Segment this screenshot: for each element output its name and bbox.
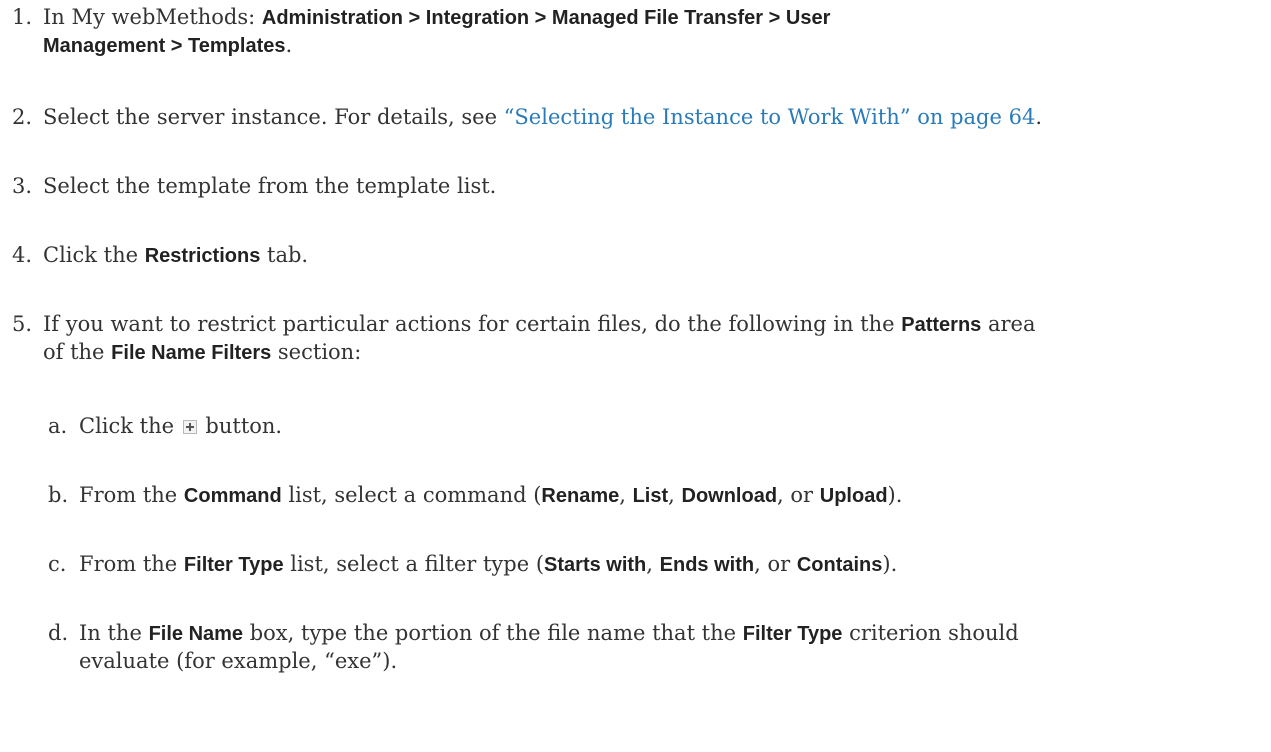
step-number: 5. — [12, 312, 33, 336]
substep-d: d. In the File Name box, type the portio… — [48, 620, 1019, 673]
substep-letter: d. — [48, 621, 69, 645]
step-text: Select the server instance. For details,… — [43, 105, 1043, 129]
substep-a: a. Click the button. — [48, 413, 282, 440]
substep-letter: c. — [48, 552, 67, 576]
section-name: File Name Filters — [111, 342, 272, 364]
step-number: 2. — [12, 105, 33, 129]
substep-b: b. From the Command list, select a comma… — [48, 482, 902, 509]
substep-c: c. From the Filter Type list, select a f… — [48, 551, 897, 578]
step-2: 2. Select the server instance. For detai… — [12, 104, 1042, 131]
tab-name: Restrictions — [144, 245, 261, 267]
substep-text: From the Filter Type list, select a filt… — [79, 552, 898, 576]
step-number: 1. — [12, 5, 33, 29]
plus-icon — [182, 420, 197, 434]
substep-letter: a. — [48, 414, 68, 438]
substep-text: In the File Name box, type the portion o… — [79, 621, 1019, 673]
document-page: 1. In My webMethods: Administration > In… — [0, 0, 1271, 752]
substep-text: From the Command list, select a command … — [79, 483, 903, 507]
step-number: 4. — [12, 243, 33, 267]
step-text: Click the Restrictions tab. — [43, 243, 309, 267]
step-5: 5. If you want to restrict particular ac… — [12, 311, 1035, 364]
step-1: 1. In My webMethods: Administration > In… — [12, 4, 830, 57]
step-text: In My webMethods: Administration > Integ… — [43, 5, 831, 57]
cross-reference-link[interactable]: “Selecting the Instance to Work With” on… — [504, 105, 1036, 129]
menu-path: Administration > Integration > Managed F… — [261, 7, 831, 29]
step-number: 3. — [12, 174, 33, 198]
step-text: Select the template from the template li… — [43, 174, 497, 198]
step-3: 3. Select the template from the template… — [12, 173, 496, 200]
substep-text: Click the button. — [79, 414, 283, 438]
substep-letter: b. — [48, 483, 69, 507]
step-text: If you want to restrict particular actio… — [43, 312, 1036, 364]
menu-path-continued: Management > Templates — [43, 35, 286, 57]
step-4: 4. Click the Restrictions tab. — [12, 242, 308, 269]
area-name: Patterns — [901, 314, 982, 336]
